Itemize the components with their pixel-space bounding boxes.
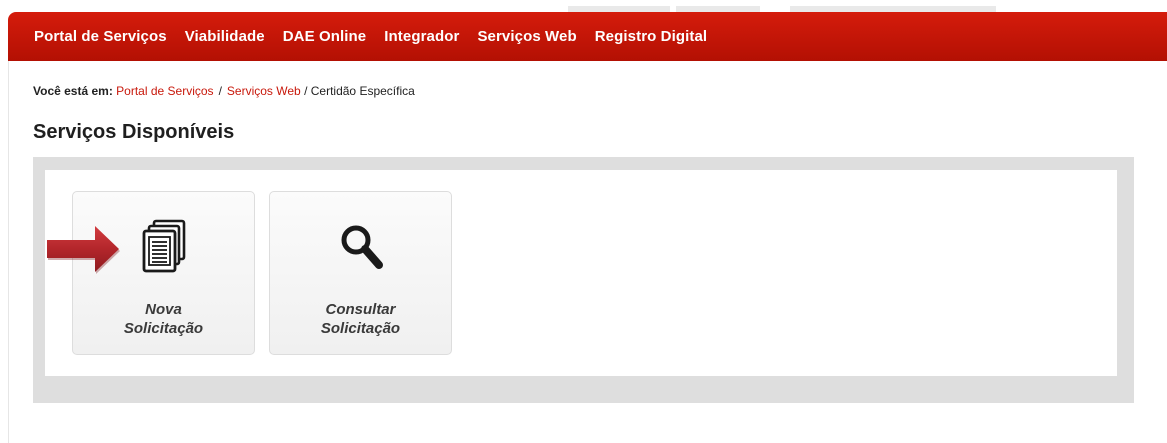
nova-solicitacao-label-line2: Solicitação xyxy=(123,320,204,337)
page: Portal de Serviços Viabilidade DAE Onlin… xyxy=(0,0,1167,443)
consultar-solicitacao-button[interactable]: Consultar Solicitação xyxy=(269,191,452,355)
nav-item-registro-digital[interactable]: Registro Digital xyxy=(595,28,707,45)
consultar-solicitacao-label: Consultar Solicitação xyxy=(270,300,451,338)
breadcrumb: Você está em: Portal de Serviços / Serviço… xyxy=(33,84,415,98)
magnifier-icon xyxy=(270,218,451,278)
breadcrumb-link-portal[interactable]: Portal de Serviços xyxy=(116,84,213,98)
breadcrumb-prefix: Você está em: xyxy=(33,84,113,98)
nav-item-servicos-web[interactable]: Serviços Web xyxy=(477,28,576,45)
nav-item-viabilidade[interactable]: Viabilidade xyxy=(185,28,265,45)
breadcrumb-separator: / xyxy=(304,84,308,98)
breadcrumb-separator: / xyxy=(218,84,222,98)
nova-solicitacao-label: Nova Solicitação xyxy=(73,300,254,338)
nav-item-dae-online[interactable]: DAE Online xyxy=(283,28,367,45)
page-title: Serviços Disponíveis xyxy=(33,121,235,143)
nav-item-portal-servicos[interactable]: Portal de Serviços xyxy=(34,28,167,45)
top-strip xyxy=(0,0,1167,12)
consultar-solicitacao-label-line1: Consultar xyxy=(325,301,396,318)
consultar-solicitacao-label-line2: Solicitação xyxy=(320,320,401,337)
nav-item-integrador[interactable]: Integrador xyxy=(384,28,459,45)
left-divider xyxy=(8,61,9,443)
pointer-arrow-icon xyxy=(45,223,121,275)
nova-solicitacao-label-line1: Nova xyxy=(145,301,182,318)
breadcrumb-current: Certidão Específica xyxy=(310,84,415,98)
top-navbar: Portal de Serviços Viabilidade DAE Onlin… xyxy=(8,12,1167,61)
breadcrumb-link-servicos-web[interactable]: Serviços Web xyxy=(227,84,301,98)
